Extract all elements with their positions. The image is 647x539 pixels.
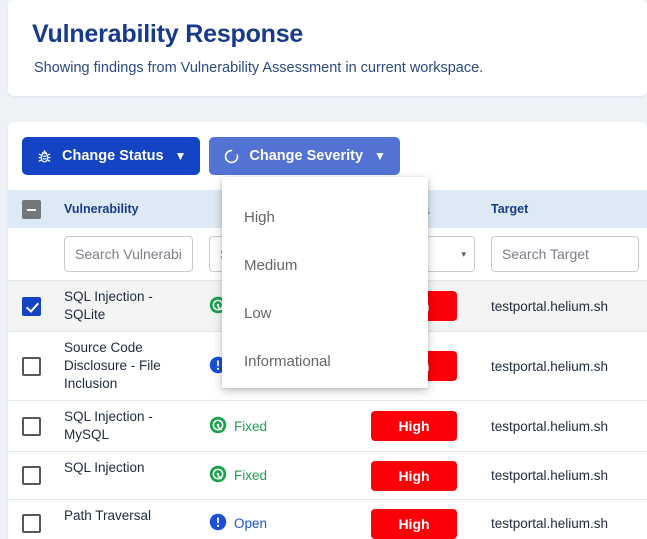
cell-status: Open (201, 500, 363, 539)
row-select-cell (8, 401, 54, 451)
row-checkbox[interactable] (21, 466, 41, 485)
select-all-checkbox[interactable] (21, 199, 41, 219)
severity-option-medium[interactable]: Medium (222, 241, 428, 289)
cell-severity: High (363, 452, 483, 499)
cell-status: Fixed (201, 452, 363, 499)
fixed-check-icon (209, 416, 227, 437)
column-header-target[interactable]: Target (483, 202, 647, 216)
chevron-down-icon: ▼ (174, 149, 187, 163)
caret-down-icon: ▾ (461, 248, 466, 259)
search-target-input[interactable] (491, 236, 639, 272)
table-row[interactable]: SQL Injection Fixed High testportal.heli… (8, 451, 647, 499)
severity-badge: High (371, 460, 457, 491)
row-select-cell (8, 500, 54, 539)
severity-option-informational[interactable]: Informational (222, 337, 428, 385)
cell-vulnerability: Source Code Disclosure - File Inclusion (64, 340, 161, 391)
cell-target: testportal.helium.sh (491, 516, 609, 531)
row-select-cell (8, 332, 54, 400)
cell-target: testportal.helium.sh (491, 418, 609, 434)
cell-severity: High (363, 500, 483, 539)
table-row[interactable]: Path Traversal Open High testportal.heli… (8, 499, 647, 539)
change-status-button[interactable]: Change Status ▼ (22, 137, 201, 175)
change-status-label: Change Status (62, 148, 164, 164)
cell-status: Fixed (201, 401, 363, 451)
cell-target: testportal.helium.sh (491, 298, 609, 314)
change-severity-dropdown-menu: High Medium Low Informational (222, 177, 428, 388)
cell-vulnerability: SQL Injection - SQLite (64, 289, 153, 322)
filter-target-cell (483, 236, 647, 272)
page-header-card: Vulnerability Response Showing findings … (8, 0, 647, 96)
severity-badge: High (371, 508, 457, 539)
change-severity-button[interactable]: Change Severity ▼ (209, 137, 400, 175)
page-subtitle: Showing findings from Vulnerability Asse… (34, 60, 484, 76)
status-label: Fixed (234, 468, 268, 483)
cell-vulnerability: SQL Injection (64, 460, 145, 475)
status-label: Open (234, 516, 268, 531)
table-row[interactable]: SQL Injection - MySQL Fixed High testpor… (8, 400, 647, 451)
cell-vulnerability: SQL Injection - MySQL (64, 409, 153, 442)
cell-severity: High (363, 401, 483, 451)
cell-vulnerability: Path Traversal (64, 508, 152, 523)
severity-badge: High (371, 411, 457, 441)
severity-option-low[interactable]: Low (222, 289, 428, 337)
row-checkbox[interactable] (21, 296, 41, 316)
status-label: Fixed (234, 418, 268, 434)
row-select-cell (8, 281, 54, 331)
chevron-down-icon: ▼ (374, 149, 386, 163)
select-all-cell (8, 199, 54, 219)
filter-vulnerability-cell (54, 236, 201, 272)
cell-target: testportal.helium.sh (491, 358, 609, 374)
bug-icon (36, 148, 53, 165)
search-vulnerability-input[interactable] (64, 236, 193, 272)
row-checkbox[interactable] (21, 514, 41, 533)
change-severity-label: Change Severity (249, 148, 364, 164)
column-header-vulnerability[interactable]: Vulnerability (54, 202, 201, 216)
severity-option-high[interactable]: High (222, 193, 428, 241)
row-checkbox[interactable] (21, 356, 41, 376)
page-title: Vulnerability Response (32, 20, 304, 48)
vulnerability-response-page: Vulnerability Response Showing findings … (0, 0, 647, 539)
open-alert-icon (209, 513, 227, 534)
fixed-check-icon (209, 465, 227, 486)
cell-target: testportal.helium.sh (491, 468, 609, 483)
row-checkbox[interactable] (21, 416, 41, 436)
bulk-actions-toolbar: Change Status ▼ Change Severity ▼ (22, 137, 400, 175)
severity-ring-icon (223, 148, 240, 165)
row-select-cell (8, 452, 54, 499)
